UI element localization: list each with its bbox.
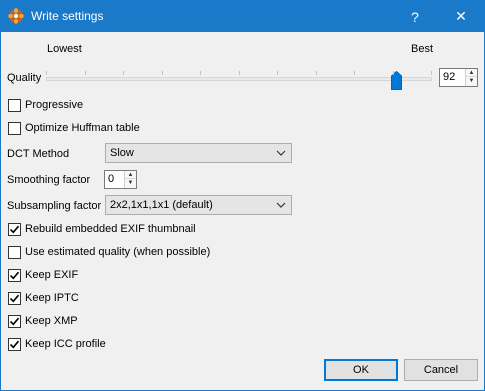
smoothing-factor-label: Smoothing factor — [7, 174, 91, 186]
checkbox-box[interactable] — [8, 245, 21, 259]
slider-tick — [393, 71, 394, 75]
rebuild-exif-thumbnail-label: Rebuild embedded EXIF thumbnail — [25, 223, 196, 235]
checkbox-box[interactable] — [8, 98, 21, 112]
slider-tick — [46, 71, 47, 75]
checkbox-box[interactable] — [8, 268, 21, 282]
chevron-down-icon — [276, 202, 286, 208]
optimize-huffman-checkbox[interactable]: Optimize Huffman table — [8, 120, 140, 136]
slider-tick — [123, 71, 124, 75]
quality-spinbox[interactable]: 92 ▲ ▼ — [439, 68, 478, 87]
progressive-checkbox[interactable]: Progressive — [8, 97, 83, 113]
slider-tick — [239, 71, 240, 75]
app-logo-icon — [8, 8, 24, 24]
subsampling-factor-label: Subsampling factor — [7, 200, 102, 212]
slider-tick — [277, 71, 278, 75]
window-title: Write settings — [31, 9, 104, 23]
slider-track — [46, 77, 432, 81]
use-estimated-quality-checkbox[interactable]: Use estimated quality (when possible) — [8, 244, 210, 260]
dct-method-select[interactable]: Slow — [105, 143, 292, 163]
checkmark-icon — [9, 271, 20, 279]
keep-iptc-label: Keep IPTC — [25, 292, 79, 304]
quality-max-label: Best — [411, 43, 434, 55]
chevron-down-icon — [276, 150, 286, 156]
spin-up-icon[interactable]: ▲ — [125, 171, 136, 179]
quality-min-label: Lowest — [47, 43, 82, 55]
spin-down-icon[interactable]: ▼ — [125, 179, 136, 187]
slider-tick — [162, 71, 163, 75]
rebuild-exif-thumbnail-checkbox[interactable]: Rebuild embedded EXIF thumbnail — [8, 221, 196, 237]
keep-icc-profile-label: Keep ICC profile — [25, 338, 106, 350]
dct-method-value: Slow — [110, 147, 134, 159]
close-button[interactable]: ✕ — [438, 1, 484, 32]
write-settings-dialog: Write settings ? ✕ Lowest Best Quality 9… — [0, 0, 485, 391]
dct-method-label: DCT Method — [7, 148, 70, 160]
quality-slider[interactable] — [46, 71, 432, 90]
quality-label: Quality — [7, 72, 42, 84]
checkmark-icon — [9, 317, 20, 325]
use-estimated-quality-label: Use estimated quality (when possible) — [25, 246, 211, 258]
keep-xmp-label: Keep XMP — [25, 315, 78, 327]
smoothing-value[interactable]: 0 — [108, 173, 114, 185]
checkbox-box[interactable] — [8, 121, 21, 135]
spin-up-icon[interactable]: ▲ — [466, 69, 477, 77]
keep-iptc-checkbox[interactable]: Keep IPTC — [8, 290, 79, 306]
slider-tick — [431, 71, 432, 75]
slider-tick — [316, 71, 317, 75]
subsampling-select[interactable]: 2x2,1x1,1x1 (default) — [105, 195, 292, 215]
keep-xmp-checkbox[interactable]: Keep XMP — [8, 313, 78, 329]
slider-tick — [354, 71, 355, 75]
spin-down-icon[interactable]: ▼ — [466, 77, 477, 85]
checkmark-icon — [9, 225, 20, 233]
checkmark-icon — [9, 340, 20, 348]
checkmark-icon — [9, 294, 20, 302]
checkbox-box[interactable] — [8, 314, 21, 328]
checkbox-box[interactable] — [8, 337, 21, 351]
keep-icc-profile-checkbox[interactable]: Keep ICC profile — [8, 336, 106, 352]
cancel-button[interactable]: Cancel — [404, 359, 478, 381]
checkbox-box[interactable] — [8, 222, 21, 236]
keep-exif-checkbox[interactable]: Keep EXIF — [8, 267, 78, 283]
ok-button[interactable]: OK — [324, 359, 398, 381]
subsampling-value: 2x2,1x1,1x1 (default) — [110, 199, 213, 211]
slider-tick — [200, 71, 201, 75]
help-button[interactable]: ? — [392, 1, 438, 32]
slider-tick — [85, 71, 86, 75]
checkbox-box[interactable] — [8, 291, 21, 305]
keep-exif-label: Keep EXIF — [25, 269, 79, 281]
quality-value[interactable]: 92 — [443, 71, 455, 83]
optimize-huffman-label: Optimize Huffman table — [25, 122, 140, 134]
progressive-label: Progressive — [25, 99, 84, 111]
smoothing-spinbox[interactable]: 0 ▲ ▼ — [104, 170, 137, 189]
title-bar: Write settings ? ✕ — [1, 1, 484, 32]
